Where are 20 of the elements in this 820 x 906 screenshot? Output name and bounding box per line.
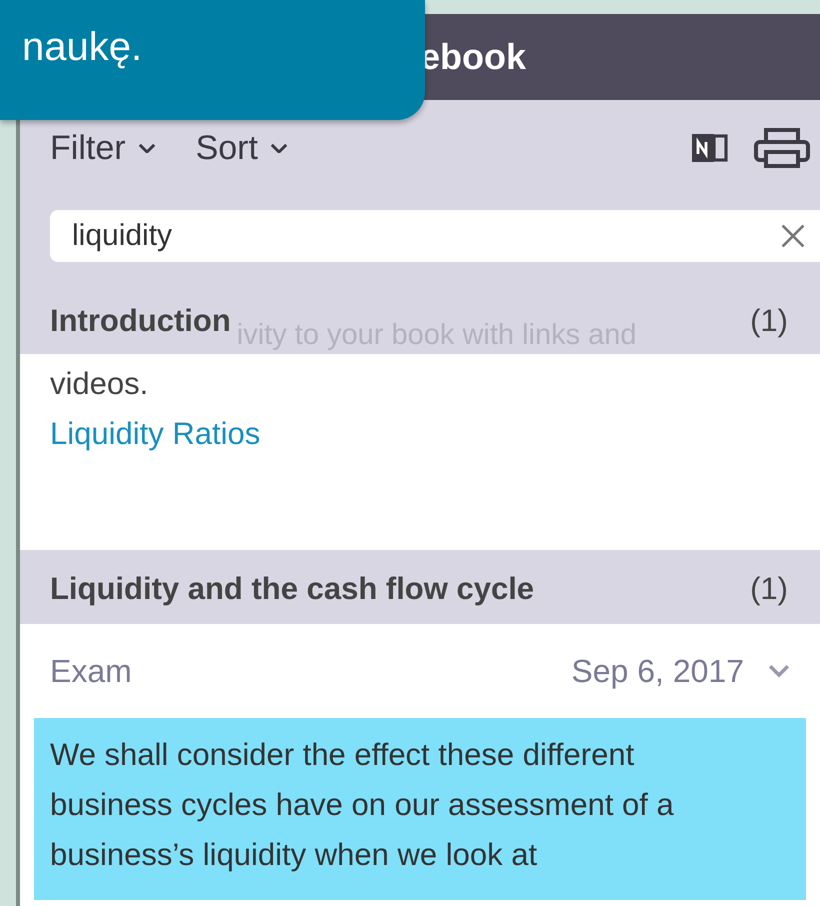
- highlighted-text: We shall consider the effect these different business cycles have on our assessment of a business’s liquidity when we look at: [34, 718, 806, 900]
- caret-icon: [270, 142, 288, 154]
- result-count: (1): [750, 571, 788, 607]
- printer-icon[interactable]: [752, 127, 812, 169]
- window-title: ebook: [420, 36, 526, 78]
- close-icon[interactable]: [780, 223, 806, 249]
- result-count: (1): [750, 303, 788, 339]
- dropdown-menu[interactable]: Filter: [50, 128, 156, 168]
- note-tag: Exam: [50, 652, 132, 690]
- caret-icon: [138, 142, 156, 154]
- section-title: Introduction: [50, 303, 231, 339]
- search-field[interactable]: liquidity: [50, 210, 820, 262]
- note-text: videos.: [50, 366, 148, 402]
- note-link[interactable]: Liquidity Ratios: [50, 416, 260, 452]
- search-input[interactable]: liquidity: [70, 218, 780, 254]
- chevron-icon: [768, 664, 790, 678]
- dropdown-menu[interactable]: Sort: [196, 128, 288, 168]
- section-title: Liquidity and the cash flow cycle: [50, 571, 534, 607]
- note-date: Sep 6, 2017: [571, 652, 744, 690]
- tooltip-text: naukę.: [22, 25, 142, 70]
